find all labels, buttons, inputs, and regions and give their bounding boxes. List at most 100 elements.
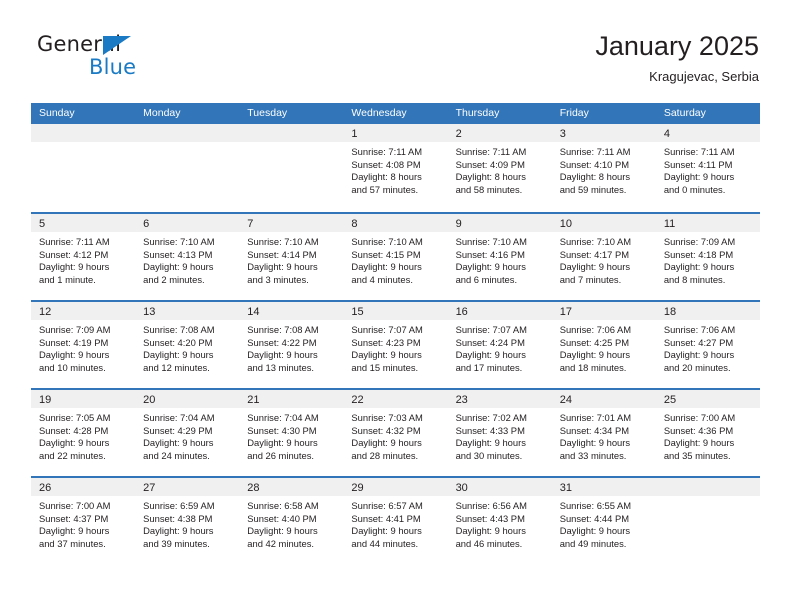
calendar-day-cell[interactable]: 7 Sunrise: 7:10 AM Sunset: 4:14 PM Daylight… [239, 214, 344, 300]
day-info-line: Daylight: 9 hours [39, 437, 110, 449]
day-info-line: Sunrise: 7:06 AM [559, 324, 632, 335]
page-subtitle: Kragujevac, Serbia [649, 69, 759, 84]
day-number-band: 15 [343, 302, 448, 320]
day-number: 11 [663, 218, 676, 230]
day-sun-info: Sunrise: 7:01 AM Sunset: 4:34 PM Daylight:… [552, 408, 656, 462]
day-info-line: Sunset: 4:27 PM [663, 336, 734, 348]
day-info-line: Sunset: 4:34 PM [559, 424, 630, 436]
day-info-line: Sunset: 4:40 PM [247, 512, 317, 524]
calendar-day-cell[interactable]: 25 Sunrise: 7:00 AM Sunset: 4:36 PM Dayligh… [655, 390, 760, 476]
day-info-line: Daylight: 9 hours [455, 525, 526, 537]
calendar-day-cell[interactable]: 26 Sunrise: 7:00 AM Sunset: 4:37 PM Dayligh… [31, 478, 136, 564]
day-info-line: Sunset: 4:19 PM [39, 336, 109, 348]
calendar-day-cell[interactable]: 17 Sunrise: 7:06 AM Sunset: 4:25 PM Dayligh… [551, 302, 656, 388]
calendar-day-cell[interactable]: 6 Sunrise: 7:10 AM Sunset: 4:13 PM Daylight… [135, 214, 240, 300]
calendar-day-cell[interactable]: 22 Sunrise: 7:03 AM Sunset: 4:32 PM Dayligh… [343, 390, 448, 476]
day-info-line: Sunset: 4:28 PM [39, 424, 109, 436]
day-number: 13 [143, 306, 156, 318]
calendar-day-cell[interactable]: 27 Sunrise: 6:59 AM Sunset: 4:38 PM Dayligh… [135, 478, 240, 564]
day-number: 1 [351, 128, 358, 140]
day-info-line: Sunset: 4:37 PM [39, 512, 109, 524]
day-sun-info: Sunrise: 7:10 AM Sunset: 4:14 PM Daylight:… [239, 232, 343, 286]
calendar-week-row: 12 Sunrise: 7:09 AM Sunset: 4:19 PM Dayligh… [31, 300, 760, 388]
day-info-line: Sunset: 4:13 PM [143, 248, 213, 260]
calendar-day-cell[interactable]: 3 Sunrise: 7:11 AM Sunset: 4:10 PM Daylight… [551, 124, 656, 212]
day-info-line: Daylight: 9 hours [351, 525, 422, 537]
calendar-day-cell[interactable]: 21 Sunrise: 7:04 AM Sunset: 4:30 PM Dayligh… [239, 390, 344, 476]
day-number-band: 10 [551, 214, 656, 232]
day-info-line: Sunrise: 7:09 AM [663, 236, 736, 247]
calendar-day-cell[interactable]: 12 Sunrise: 7:09 AM Sunset: 4:19 PM Dayligh… [31, 302, 136, 388]
day-info-line: Sunrise: 7:11 AM [455, 146, 527, 157]
day-sun-info: Sunrise: 7:11 AM Sunset: 4:10 PM Daylight:… [552, 142, 656, 196]
day-sun-info: Sunrise: 7:10 AM Sunset: 4:16 PM Daylight:… [448, 232, 552, 286]
calendar-day-cell-empty [239, 124, 344, 212]
calendar-day-cell[interactable]: 15 Sunrise: 7:07 AM Sunset: 4:23 PM Dayligh… [343, 302, 448, 388]
calendar-day-cell[interactable]: 2 Sunrise: 7:11 AM Sunset: 4:09 PM Daylight… [447, 124, 552, 212]
day-info-line: and 8 minutes. [663, 273, 726, 285]
day-sun-info: Sunrise: 7:04 AM Sunset: 4:30 PM Daylight:… [239, 408, 343, 462]
day-info-line: Daylight: 9 hours [143, 437, 214, 449]
day-sun-info: Sunrise: 7:00 AM Sunset: 4:36 PM Daylight:… [656, 408, 760, 462]
day-info-line: Daylight: 9 hours [559, 349, 631, 361]
calendar-day-cell[interactable]: 8 Sunrise: 7:10 AM Sunset: 4:15 PM Daylight… [343, 214, 448, 300]
weekday-header-row: Sunday Monday Tuesday Wednesday Thursday Frid… [31, 103, 760, 124]
day-info-line: Sunrise: 7:10 AM [247, 236, 319, 247]
day-number: 12 [39, 306, 52, 318]
calendar-day-cell[interactable]: 4 Sunrise: 7:11 AM Sunset: 4:11 PM Daylight… [655, 124, 760, 212]
calendar-day-cell[interactable]: 11 Sunrise: 7:09 AM Sunset: 4:18 PM Dayligh… [655, 214, 760, 300]
calendar-day-cell[interactable]: 31 Sunrise: 6:55 AM Sunset: 4:44 PM Dayligh… [551, 478, 656, 564]
day-info-line: and 0 minutes. [663, 183, 726, 195]
calendar-day-cell-empty [655, 478, 760, 564]
day-number-band: 19 [31, 390, 136, 408]
day-number: 26 [39, 482, 52, 494]
calendar-day-cell[interactable]: 9 Sunrise: 7:10 AM Sunset: 4:16 PM Daylight… [447, 214, 552, 300]
calendar-day-cell[interactable]: 14 Sunrise: 7:08 AM Sunset: 4:22 PM Dayligh… [239, 302, 344, 388]
calendar-page: General Blue January 2025 Kragujevac, Se… [0, 0, 792, 612]
day-info-line: Daylight: 9 hours [455, 261, 526, 273]
generalblue-logo[interactable]: General Blue [33, 32, 233, 90]
calendar-day-cell[interactable]: 20 Sunrise: 7:04 AM Sunset: 4:29 PM Dayligh… [135, 390, 240, 476]
day-number-band: 30 [447, 478, 552, 496]
logo-triangle-icon [103, 36, 131, 55]
day-number-band: 18 [655, 302, 760, 320]
day-info-line: Sunset: 4:12 PM [39, 248, 109, 260]
day-number-band: 1 [343, 124, 448, 142]
day-info-line: Daylight: 9 hours [143, 261, 214, 273]
weekday-header-tuesday: Tuesday [247, 107, 288, 119]
calendar-day-cell[interactable]: 19 Sunrise: 7:05 AM Sunset: 4:28 PM Dayligh… [31, 390, 136, 476]
day-number: 6 [143, 218, 150, 230]
day-info-line: and 18 minutes. [559, 361, 627, 373]
day-number: 15 [351, 306, 364, 318]
day-info-line: Sunrise: 7:09 AM [39, 324, 111, 335]
day-sun-info: Sunrise: 6:56 AM Sunset: 4:43 PM Daylight:… [448, 496, 552, 550]
calendar-day-cell[interactable]: 29 Sunrise: 6:57 AM Sunset: 4:41 PM Dayligh… [343, 478, 448, 564]
day-number: 22 [351, 394, 364, 406]
calendar-day-cell[interactable]: 13 Sunrise: 7:08 AM Sunset: 4:20 PM Dayligh… [135, 302, 240, 388]
calendar-day-cell[interactable]: 30 Sunrise: 6:56 AM Sunset: 4:43 PM Dayligh… [447, 478, 552, 564]
day-number-band: 31 [551, 478, 656, 496]
day-info-line: Sunset: 4:08 PM [351, 158, 421, 170]
day-info-line: and 37 minutes. [39, 537, 106, 549]
calendar-day-cell[interactable]: 24 Sunrise: 7:01 AM Sunset: 4:34 PM Dayligh… [551, 390, 656, 476]
day-info-line: Sunset: 4:38 PM [143, 512, 213, 524]
calendar-day-cell[interactable]: 18 Sunrise: 7:06 AM Sunset: 4:27 PM Dayligh… [655, 302, 760, 388]
day-info-line: Sunrise: 7:10 AM [351, 236, 423, 247]
day-info-line: Daylight: 9 hours [351, 261, 422, 273]
day-number: 23 [455, 394, 468, 406]
day-info-line: Daylight: 9 hours [559, 261, 631, 273]
day-number-band: 29 [343, 478, 448, 496]
day-info-line: and 4 minutes. [351, 273, 413, 285]
calendar-day-cell[interactable]: 5 Sunrise: 7:11 AM Sunset: 4:12 PM Daylight… [31, 214, 136, 300]
calendar-week-row: 19 Sunrise: 7:05 AM Sunset: 4:28 PM Dayligh… [31, 388, 760, 476]
day-number: 29 [351, 482, 364, 494]
calendar-day-cell[interactable]: 1 Sunrise: 7:11 AM Sunset: 4:08 PM Daylight… [343, 124, 448, 212]
calendar-day-cell[interactable]: 23 Sunrise: 7:02 AM Sunset: 4:33 PM Dayligh… [447, 390, 552, 476]
day-info-line: Sunset: 4:29 PM [143, 424, 213, 436]
calendar-day-cell[interactable]: 16 Sunrise: 7:07 AM Sunset: 4:24 PM Dayligh… [447, 302, 552, 388]
calendar-day-cell[interactable]: 10 Sunrise: 7:10 AM Sunset: 4:17 PM Dayligh… [551, 214, 656, 300]
weekday-header-saturday: Saturday [663, 107, 706, 119]
day-info-line: Sunrise: 7:00 AM [39, 500, 111, 511]
day-number-band: 22 [343, 390, 448, 408]
calendar-day-cell[interactable]: 28 Sunrise: 6:58 AM Sunset: 4:40 PM Dayligh… [239, 478, 344, 564]
